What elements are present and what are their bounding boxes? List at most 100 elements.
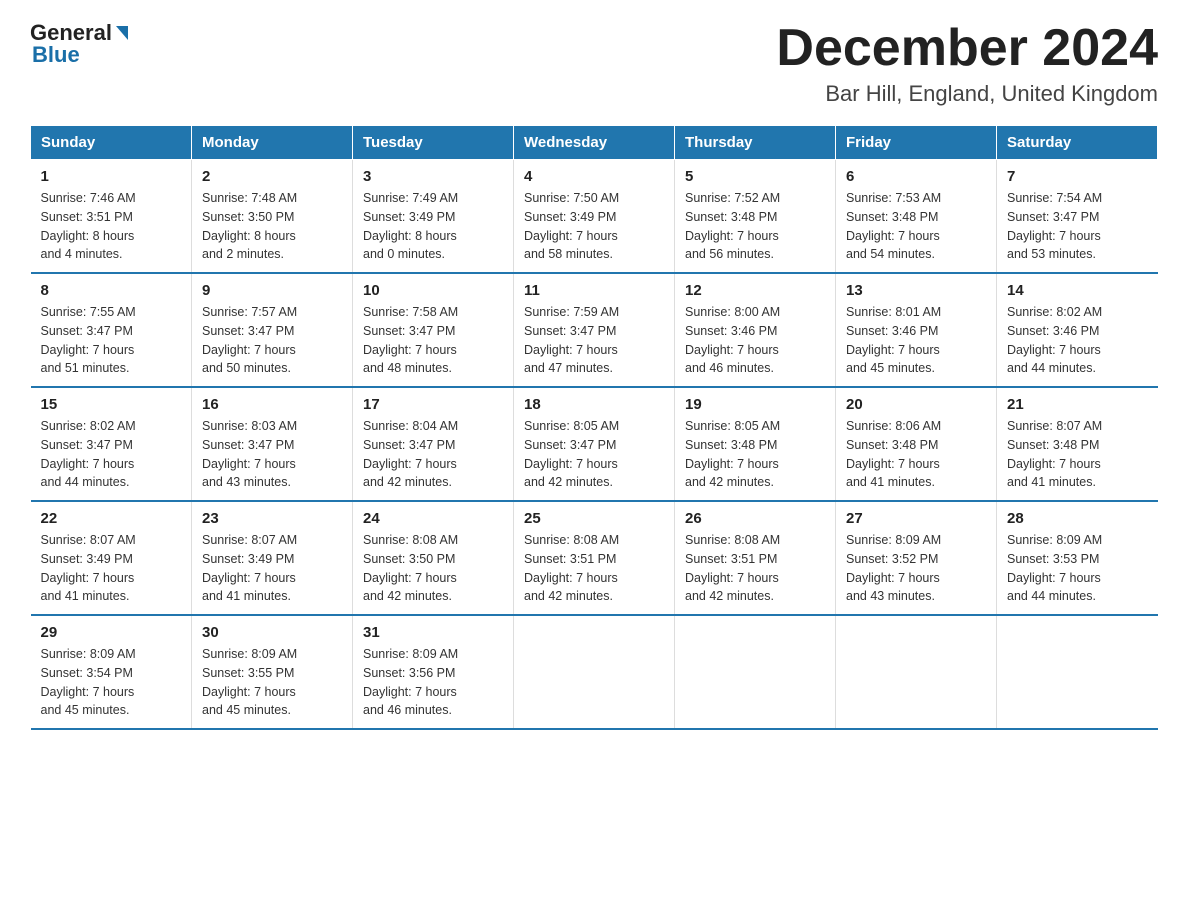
calendar-cell: 4 Sunrise: 7:50 AMSunset: 3:49 PMDayligh… [514,160,675,274]
day-number: 29 [41,624,182,641]
calendar-cell: 12 Sunrise: 8:00 AMSunset: 3:46 PMDaylig… [675,273,836,387]
day-number: 24 [363,510,503,527]
day-info: Sunrise: 8:08 AMSunset: 3:51 PMDaylight:… [685,531,825,606]
day-number: 10 [363,282,503,299]
day-number: 16 [202,396,342,413]
calendar-cell: 22 Sunrise: 8:07 AMSunset: 3:49 PMDaylig… [31,501,192,615]
calendar-cell: 30 Sunrise: 8:09 AMSunset: 3:55 PMDaylig… [192,615,353,729]
col-friday: Friday [836,126,997,160]
calendar-cell: 24 Sunrise: 8:08 AMSunset: 3:50 PMDaylig… [353,501,514,615]
calendar-cell: 23 Sunrise: 8:07 AMSunset: 3:49 PMDaylig… [192,501,353,615]
calendar-cell: 31 Sunrise: 8:09 AMSunset: 3:56 PMDaylig… [353,615,514,729]
calendar-week-row: 8 Sunrise: 7:55 AMSunset: 3:47 PMDayligh… [31,273,1158,387]
day-info: Sunrise: 8:05 AMSunset: 3:47 PMDaylight:… [524,417,664,492]
day-info: Sunrise: 8:07 AMSunset: 3:49 PMDaylight:… [41,531,182,606]
day-number: 4 [524,168,664,185]
main-title: December 2024 [776,20,1158,77]
day-number: 28 [1007,510,1148,527]
calendar-cell: 18 Sunrise: 8:05 AMSunset: 3:47 PMDaylig… [514,387,675,501]
day-info: Sunrise: 8:09 AMSunset: 3:52 PMDaylight:… [846,531,986,606]
day-info: Sunrise: 8:02 AMSunset: 3:47 PMDaylight:… [41,417,182,492]
calendar-cell: 7 Sunrise: 7:54 AMSunset: 3:47 PMDayligh… [997,160,1158,274]
calendar-cell: 16 Sunrise: 8:03 AMSunset: 3:47 PMDaylig… [192,387,353,501]
day-info: Sunrise: 8:00 AMSunset: 3:46 PMDaylight:… [685,303,825,378]
calendar-cell: 28 Sunrise: 8:09 AMSunset: 3:53 PMDaylig… [997,501,1158,615]
day-number: 11 [524,282,664,299]
day-info: Sunrise: 8:09 AMSunset: 3:55 PMDaylight:… [202,645,342,720]
logo: General Blue [30,20,128,68]
col-wednesday: Wednesday [514,126,675,160]
calendar-cell: 11 Sunrise: 7:59 AMSunset: 3:47 PMDaylig… [514,273,675,387]
day-info: Sunrise: 7:58 AMSunset: 3:47 PMDaylight:… [363,303,503,378]
day-info: Sunrise: 7:59 AMSunset: 3:47 PMDaylight:… [524,303,664,378]
day-info: Sunrise: 7:55 AMSunset: 3:47 PMDaylight:… [41,303,182,378]
day-number: 20 [846,396,986,413]
col-saturday: Saturday [997,126,1158,160]
day-info: Sunrise: 8:09 AMSunset: 3:53 PMDaylight:… [1007,531,1148,606]
calendar-cell: 15 Sunrise: 8:02 AMSunset: 3:47 PMDaylig… [31,387,192,501]
day-number: 3 [363,168,503,185]
day-info: Sunrise: 7:50 AMSunset: 3:49 PMDaylight:… [524,189,664,264]
calendar-cell: 17 Sunrise: 8:04 AMSunset: 3:47 PMDaylig… [353,387,514,501]
calendar-week-row: 22 Sunrise: 8:07 AMSunset: 3:49 PMDaylig… [31,501,1158,615]
calendar-cell: 1 Sunrise: 7:46 AMSunset: 3:51 PMDayligh… [31,160,192,274]
col-tuesday: Tuesday [353,126,514,160]
calendar-cell: 20 Sunrise: 8:06 AMSunset: 3:48 PMDaylig… [836,387,997,501]
calendar-cell [997,615,1158,729]
logo-blue: Blue [32,42,80,68]
calendar-cell: 3 Sunrise: 7:49 AMSunset: 3:49 PMDayligh… [353,160,514,274]
day-info: Sunrise: 7:53 AMSunset: 3:48 PMDaylight:… [846,189,986,264]
calendar-cell: 6 Sunrise: 7:53 AMSunset: 3:48 PMDayligh… [836,160,997,274]
day-number: 9 [202,282,342,299]
day-info: Sunrise: 7:57 AMSunset: 3:47 PMDaylight:… [202,303,342,378]
day-info: Sunrise: 7:46 AMSunset: 3:51 PMDaylight:… [41,189,182,264]
day-number: 8 [41,282,182,299]
calendar-cell: 13 Sunrise: 8:01 AMSunset: 3:46 PMDaylig… [836,273,997,387]
day-info: Sunrise: 7:54 AMSunset: 3:47 PMDaylight:… [1007,189,1148,264]
calendar-cell [514,615,675,729]
calendar-cell: 9 Sunrise: 7:57 AMSunset: 3:47 PMDayligh… [192,273,353,387]
day-number: 17 [363,396,503,413]
day-info: Sunrise: 7:52 AMSunset: 3:48 PMDaylight:… [685,189,825,264]
day-number: 31 [363,624,503,641]
calendar-week-row: 15 Sunrise: 8:02 AMSunset: 3:47 PMDaylig… [31,387,1158,501]
day-info: Sunrise: 8:09 AMSunset: 3:54 PMDaylight:… [41,645,182,720]
day-info: Sunrise: 7:49 AMSunset: 3:49 PMDaylight:… [363,189,503,264]
title-block: December 2024 Bar Hill, England, United … [776,20,1158,107]
calendar-cell: 14 Sunrise: 8:02 AMSunset: 3:46 PMDaylig… [997,273,1158,387]
col-thursday: Thursday [675,126,836,160]
day-info: Sunrise: 8:07 AMSunset: 3:49 PMDaylight:… [202,531,342,606]
calendar-cell: 25 Sunrise: 8:08 AMSunset: 3:51 PMDaylig… [514,501,675,615]
day-info: Sunrise: 8:08 AMSunset: 3:51 PMDaylight:… [524,531,664,606]
day-info: Sunrise: 8:09 AMSunset: 3:56 PMDaylight:… [363,645,503,720]
calendar-cell: 29 Sunrise: 8:09 AMSunset: 3:54 PMDaylig… [31,615,192,729]
page-header: General Blue December 2024 Bar Hill, Eng… [30,20,1158,107]
day-number: 22 [41,510,182,527]
day-info: Sunrise: 8:02 AMSunset: 3:46 PMDaylight:… [1007,303,1148,378]
col-monday: Monday [192,126,353,160]
calendar-cell: 19 Sunrise: 8:05 AMSunset: 3:48 PMDaylig… [675,387,836,501]
calendar-week-row: 29 Sunrise: 8:09 AMSunset: 3:54 PMDaylig… [31,615,1158,729]
day-number: 15 [41,396,182,413]
day-number: 13 [846,282,986,299]
day-info: Sunrise: 7:48 AMSunset: 3:50 PMDaylight:… [202,189,342,264]
day-info: Sunrise: 8:04 AMSunset: 3:47 PMDaylight:… [363,417,503,492]
day-number: 7 [1007,168,1148,185]
calendar-cell: 2 Sunrise: 7:48 AMSunset: 3:50 PMDayligh… [192,160,353,274]
logo-arrow-icon [116,26,128,40]
day-info: Sunrise: 8:07 AMSunset: 3:48 PMDaylight:… [1007,417,1148,492]
calendar-header-row: Sunday Monday Tuesday Wednesday Thursday… [31,126,1158,160]
day-number: 30 [202,624,342,641]
day-number: 23 [202,510,342,527]
day-number: 19 [685,396,825,413]
day-number: 25 [524,510,664,527]
day-info: Sunrise: 8:05 AMSunset: 3:48 PMDaylight:… [685,417,825,492]
calendar-table: Sunday Monday Tuesday Wednesday Thursday… [30,125,1158,730]
day-number: 21 [1007,396,1148,413]
calendar-cell: 10 Sunrise: 7:58 AMSunset: 3:47 PMDaylig… [353,273,514,387]
day-info: Sunrise: 8:03 AMSunset: 3:47 PMDaylight:… [202,417,342,492]
calendar-cell: 21 Sunrise: 8:07 AMSunset: 3:48 PMDaylig… [997,387,1158,501]
day-info: Sunrise: 8:01 AMSunset: 3:46 PMDaylight:… [846,303,986,378]
calendar-cell: 8 Sunrise: 7:55 AMSunset: 3:47 PMDayligh… [31,273,192,387]
day-number: 6 [846,168,986,185]
